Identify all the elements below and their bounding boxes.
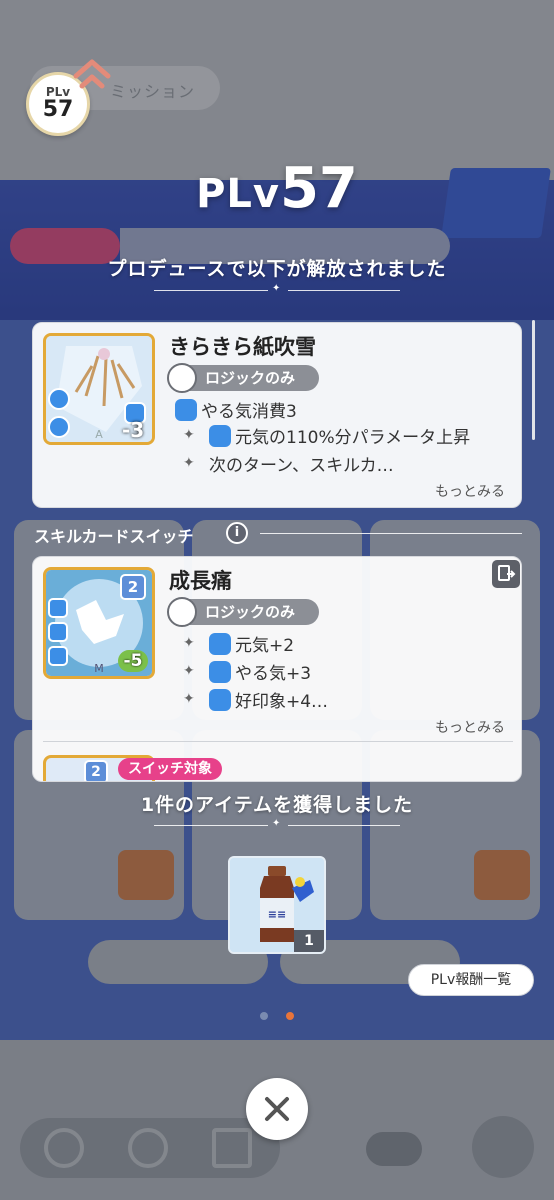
item-slot[interactable]: ≡≡ 1 [228, 856, 326, 954]
thumbs-up-icon [48, 622, 68, 642]
effect-text: 好印象+4… [235, 692, 329, 712]
bullet-star-icon: ✦ [183, 455, 195, 471]
section-divider [260, 533, 522, 534]
divider-left [154, 290, 268, 291]
plv-reward-list-button[interactable]: PLv報酬一覧 [408, 964, 534, 996]
effect-row: 次のターン、スキルカ… [209, 451, 394, 476]
card-separator [43, 741, 513, 742]
switch-target-badge: スイッチ対象 [118, 758, 222, 780]
effect-row: 元気の110%分パラメータ上昇 [209, 423, 470, 448]
card-timer-icon [48, 416, 70, 438]
card-name: きらきら紙吹雪 [169, 335, 316, 359]
level-up-chevron-icon [73, 59, 111, 89]
bullet-star-icon: ✦ [183, 691, 195, 707]
fist-icon [48, 598, 68, 618]
energy-icon [209, 633, 231, 655]
card-level: 2 [120, 574, 146, 600]
effect-text: 元気+2 [235, 636, 295, 656]
unlock-message: プロデュースで以下が解放されました [107, 258, 447, 280]
energy-icon [209, 425, 231, 447]
tag-label: ロジックのみ [205, 369, 296, 387]
divider-right [288, 290, 400, 291]
divider-right [288, 825, 400, 826]
card-cost: -5 [118, 650, 148, 672]
skill-card-switch-label: スキルカードスイッチ [34, 527, 194, 546]
item-quantity: 1 [294, 930, 324, 952]
bullet-star-icon: ✦ [183, 663, 195, 679]
effect-row: 好印象+4… [209, 687, 328, 712]
card-cost: -3 [122, 418, 145, 442]
motivation-icon [175, 399, 197, 421]
plv-badge-value: 57 [42, 97, 74, 122]
motivation-icon [209, 661, 231, 683]
bullet-star-icon: ✦ [183, 427, 195, 443]
unlocked-card-panel: A -3 きらきら紙吹雪 ロジックのみ やる気消費3 ✦ 元気の110%分パラメ… [32, 322, 522, 508]
effect-text: やる気+3 [235, 664, 312, 684]
divider-star-icon: ✦ [272, 818, 281, 829]
tag-label: ロジックのみ [205, 603, 296, 621]
effect-text: やる気消費3 [201, 402, 297, 422]
logic-icon [167, 597, 197, 627]
effect-row: 元気+2 [209, 631, 294, 656]
switch-toggle-icon[interactable] [492, 560, 520, 588]
scrollbar[interactable] [532, 320, 535, 440]
card-level: 2 [84, 760, 108, 781]
see-more-link[interactable]: もっとみる [435, 717, 505, 737]
divider-star-icon: ✦ [272, 283, 281, 294]
svg-text:M: M [94, 662, 104, 675]
title-prefix: PLv [196, 171, 280, 217]
card-name: 成長痛 [169, 569, 232, 593]
close-button[interactable] [246, 1078, 308, 1140]
svg-text:A: A [95, 428, 103, 441]
card-type-icon [48, 388, 70, 410]
page-title: PLv57 [0, 156, 554, 221]
close-icon [265, 1097, 289, 1121]
items-message: 1件のアイテムを獲得しました [140, 794, 414, 816]
page-dot-active [286, 1012, 294, 1020]
effect-row: やる気消費3 [175, 397, 297, 422]
card-art-kirakira[interactable]: A -3 [43, 333, 155, 445]
effect-text: 次のターン、スキルカ… [209, 456, 394, 476]
page-dot [260, 1012, 268, 1020]
logic-icon [167, 363, 197, 393]
divider-left [154, 825, 268, 826]
effect-row: やる気+3 [209, 659, 311, 684]
logic-only-tag: ロジックのみ [167, 597, 319, 627]
title-level: 57 [279, 156, 358, 221]
card-art-seichoutsu[interactable]: M 2 -5 [43, 567, 155, 679]
svg-text:≡≡: ≡≡ [268, 908, 286, 921]
info-icon[interactable]: i [226, 522, 248, 544]
logic-only-tag: ロジックのみ [167, 363, 319, 393]
bullet-star-icon: ✦ [183, 635, 195, 651]
see-more-link[interactable]: もっとみる [435, 481, 505, 501]
switch-card-panel: M 2 -5 成長痛 ロジックのみ ✦ 元気+2 ✦ やる気+3 ✦ 好印象+4… [32, 556, 522, 782]
effect-text: 元気の110%分パラメータ上昇 [235, 428, 471, 448]
card-type-icon [48, 646, 68, 666]
good-impression-icon [209, 689, 231, 711]
